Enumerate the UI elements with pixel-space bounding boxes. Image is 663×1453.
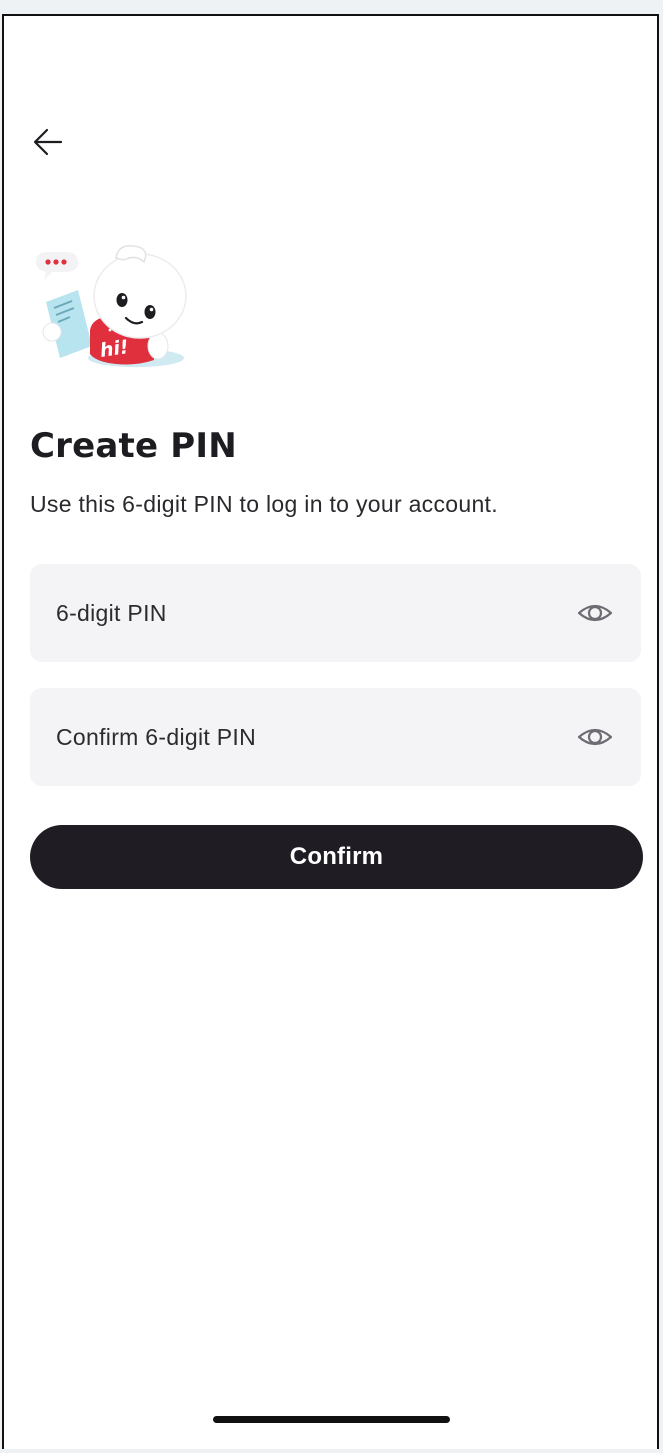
pin-input[interactable] bbox=[56, 599, 575, 627]
page-subtitle: Use this 6-digit PIN to log in to your a… bbox=[30, 491, 498, 517]
pin-field[interactable] bbox=[30, 564, 641, 662]
mascot-illustration: hi! bbox=[26, 234, 188, 374]
pin-visibility-toggle[interactable] bbox=[575, 593, 615, 633]
confirm-button[interactable]: Confirm bbox=[30, 825, 643, 889]
home-indicator bbox=[213, 1416, 450, 1423]
eye-icon bbox=[577, 728, 613, 746]
confirm-pin-input[interactable] bbox=[56, 723, 575, 751]
confirm-pin-visibility-toggle[interactable] bbox=[575, 717, 615, 757]
confirm-pin-field[interactable] bbox=[30, 688, 641, 786]
page-title: Create PIN bbox=[30, 426, 237, 466]
mascot-badge-text: hi! bbox=[98, 336, 131, 362]
eye-icon bbox=[577, 604, 613, 622]
back-button[interactable] bbox=[28, 122, 68, 162]
phone-screen: hi! Create PIN Use this 6-digit PIN to l… bbox=[2, 14, 659, 1449]
arrow-left-icon bbox=[33, 128, 63, 156]
